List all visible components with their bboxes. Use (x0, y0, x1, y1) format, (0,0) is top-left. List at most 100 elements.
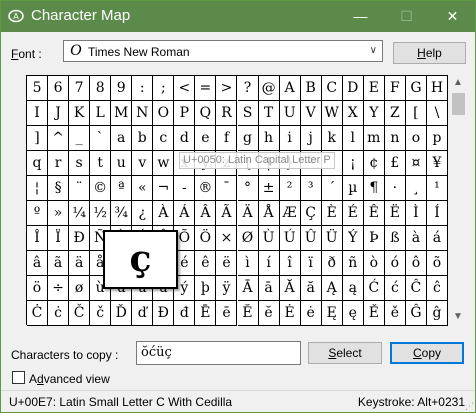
character-cell[interactable]: ô (405, 251, 427, 276)
character-cell[interactable]: ª (111, 176, 133, 201)
character-cell[interactable]: = (195, 76, 217, 101)
character-cell[interactable]: O (153, 101, 175, 126)
character-cell[interactable]: P (174, 101, 196, 126)
character-cell[interactable]: u (111, 151, 133, 176)
character-cell[interactable]: º (27, 201, 49, 226)
character-cell[interactable]: ò (363, 251, 385, 276)
character-cell[interactable]: m (363, 126, 385, 151)
character-cell[interactable]: ÷ (48, 276, 70, 301)
character-cell[interactable]: · (384, 176, 406, 201)
character-cell[interactable]: b (132, 126, 154, 151)
character-cell[interactable]: Ā (237, 276, 259, 301)
character-cell[interactable]: ö (27, 276, 49, 301)
character-cell[interactable]: ĝ (426, 301, 448, 326)
characters-to-copy-input[interactable]: ŏćüç (136, 341, 301, 365)
character-cell[interactable]: ° (237, 176, 259, 201)
character-cell[interactable]: ³ (300, 176, 322, 201)
character-cell[interactable]: q (27, 151, 49, 176)
character-cell[interactable]: ï (300, 251, 322, 276)
character-cell[interactable]: đ (174, 301, 196, 326)
character-cell[interactable]: p (426, 126, 448, 151)
character-cell[interactable]: @ (258, 76, 280, 101)
character-cell[interactable]: Ä (237, 201, 259, 226)
character-cell[interactable]: ê (195, 251, 217, 276)
character-cell[interactable]: g (237, 126, 259, 151)
character-cell[interactable]: Y (363, 101, 385, 126)
character-cell[interactable]: ą (342, 276, 364, 301)
character-cell[interactable]: ¨ (69, 176, 91, 201)
character-cell[interactable]: õ (426, 251, 448, 276)
character-cell[interactable]: l (342, 126, 364, 151)
character-cell[interactable]: ě (384, 301, 406, 326)
character-cell[interactable]: Ē (195, 301, 217, 326)
character-cell[interactable]: ď (132, 301, 154, 326)
character-cell[interactable]: ð (321, 251, 343, 276)
character-cell[interactable]: ® (195, 176, 217, 201)
character-cell[interactable]: Ë (384, 201, 406, 226)
select-button[interactable]: Select (308, 342, 382, 364)
character-cell[interactable]: ¸ (405, 176, 427, 201)
character-cell[interactable]: ¿ (132, 201, 154, 226)
character-cell[interactable]: ÿ (216, 276, 238, 301)
character-cell[interactable]: â (27, 251, 49, 276)
character-cell[interactable]: v (132, 151, 154, 176)
character-cell[interactable]: n (384, 126, 406, 151)
character-cell[interactable]: Ĝ (405, 301, 427, 326)
character-cell[interactable]: h (258, 126, 280, 151)
character-cell[interactable]: Ě (363, 301, 385, 326)
character-cell[interactable]: Ė (279, 301, 301, 326)
character-cell[interactable]: Ü (321, 226, 343, 251)
character-cell[interactable]: « (132, 176, 154, 201)
character-cell[interactable]: Z (384, 101, 406, 126)
help-button[interactable]: Help (393, 42, 466, 64)
character-cell[interactable]: Û (300, 226, 322, 251)
character-cell[interactable]: Ď (111, 301, 133, 326)
character-cell[interactable]: Ć (363, 276, 385, 301)
character-cell[interactable]: Ø (237, 226, 259, 251)
character-cell[interactable]: ñ (342, 251, 364, 276)
character-cell[interactable]: Ù (258, 226, 280, 251)
character-cell[interactable]: 9 (111, 76, 133, 101)
character-cell[interactable]: C (321, 76, 343, 101)
character-cell[interactable]: Ĕ (237, 301, 259, 326)
character-cell[interactable]: × (216, 226, 238, 251)
character-cell[interactable]: N (132, 101, 154, 126)
character-cell[interactable]: č (90, 301, 112, 326)
character-cell[interactable]: Ã (216, 201, 238, 226)
character-cell[interactable]: ì (237, 251, 259, 276)
character-cell[interactable]: ă (300, 276, 322, 301)
character-cell[interactable]: Ç (300, 201, 322, 226)
character-cell[interactable]: \ (426, 101, 448, 126)
advanced-view-checkbox[interactable] (12, 371, 25, 384)
character-cell[interactable]: à (405, 226, 427, 251)
character-cell[interactable]: > (216, 76, 238, 101)
character-grid[interactable]: 5 6 7 8 9:; < = >? @ A B C D E F G H I J K L M N O P Q R S T U V W X Y Z[\… (26, 75, 448, 326)
maximize-button[interactable]: ☐ (384, 1, 429, 31)
character-cell[interactable]: - (174, 176, 196, 201)
advanced-view-label[interactable]: Advanced view (29, 372, 110, 386)
character-cell[interactable]: a (111, 126, 133, 151)
character-cell[interactable]: 8 (90, 76, 112, 101)
character-cell[interactable]: á (426, 226, 448, 251)
character-cell[interactable]: K (69, 101, 91, 126)
character-cell[interactable]: ½ (90, 201, 112, 226)
character-cell[interactable]: H (426, 76, 448, 101)
character-cell[interactable]: D (342, 76, 364, 101)
character-cell[interactable]: Ý (342, 226, 364, 251)
character-cell[interactable]: Å (258, 201, 280, 226)
character-cell[interactable]: Á (174, 201, 196, 226)
character-cell[interactable]: ¾ (111, 201, 133, 226)
character-cell[interactable]: E (363, 76, 385, 101)
character-cell[interactable]: µ (342, 176, 364, 201)
character-cell[interactable]: î (279, 251, 301, 276)
character-cell[interactable]: < (174, 76, 196, 101)
character-cell[interactable]: ¼ (69, 201, 91, 226)
character-cell[interactable]: ¢ (363, 151, 385, 176)
character-cell[interactable]: í (258, 251, 280, 276)
character-cell[interactable]: ¹ (426, 176, 448, 201)
resize-grip-icon[interactable]: ⋰ (465, 401, 474, 412)
character-cell[interactable]: Ĉ (405, 276, 427, 301)
character-cell[interactable]: G (405, 76, 427, 101)
character-cell[interactable]: ¶ (363, 176, 385, 201)
character-cell[interactable]: ø (69, 276, 91, 301)
